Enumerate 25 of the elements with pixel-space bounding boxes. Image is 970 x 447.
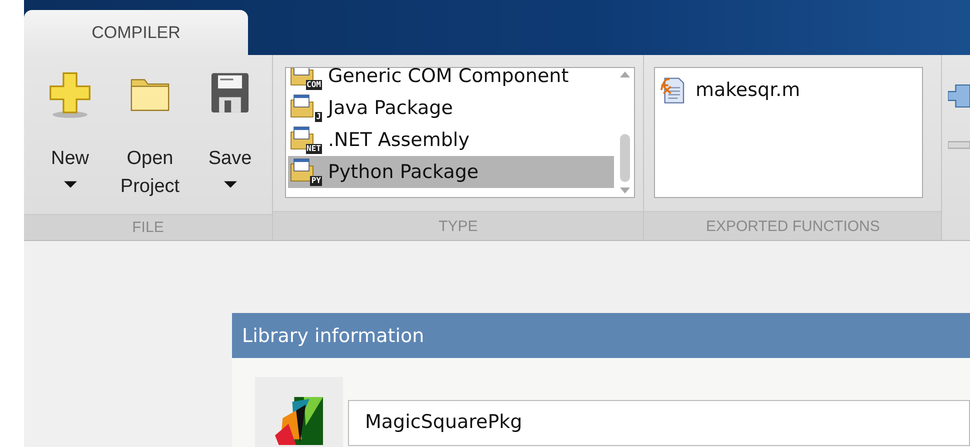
ribbon-tab[interactable]: COMPILER <box>24 10 248 55</box>
folder-icon <box>290 158 314 182</box>
icon-badge: COM <box>306 80 322 90</box>
icon-badge: NET <box>306 144 322 154</box>
library-name-field[interactable]: MagicSquarePkg <box>348 400 970 446</box>
toolbar-button[interactable]: New <box>32 71 108 188</box>
panel-title: Library information <box>232 313 970 358</box>
plus-icon <box>48 71 92 119</box>
group-label: TYPE <box>272 211 644 240</box>
minus-icon[interactable] <box>948 139 970 151</box>
scroll-down-icon[interactable] <box>620 187 630 194</box>
scrollbar-thumb[interactable] <box>620 134 630 182</box>
type-list-item[interactable]: PY Python Package <box>288 156 614 188</box>
plus-icon[interactable] <box>948 83 970 109</box>
icon-badge: PY <box>310 176 322 186</box>
toolbar-button[interactable]: Save <box>192 71 268 188</box>
toolbar-button[interactable]: Open Project <box>112 71 188 201</box>
type-list-item[interactable]: J Java Package <box>288 92 614 124</box>
type-list-item[interactable]: NET .NET Assembly <box>288 124 614 156</box>
scroll-up-icon[interactable] <box>620 71 630 78</box>
icon-badge: J <box>315 112 322 122</box>
group-label: EXPORTED FUNCTIONS <box>644 211 942 240</box>
folder-icon <box>290 94 314 118</box>
group-label: FILE <box>24 214 272 240</box>
app-logo-icon <box>275 397 323 445</box>
